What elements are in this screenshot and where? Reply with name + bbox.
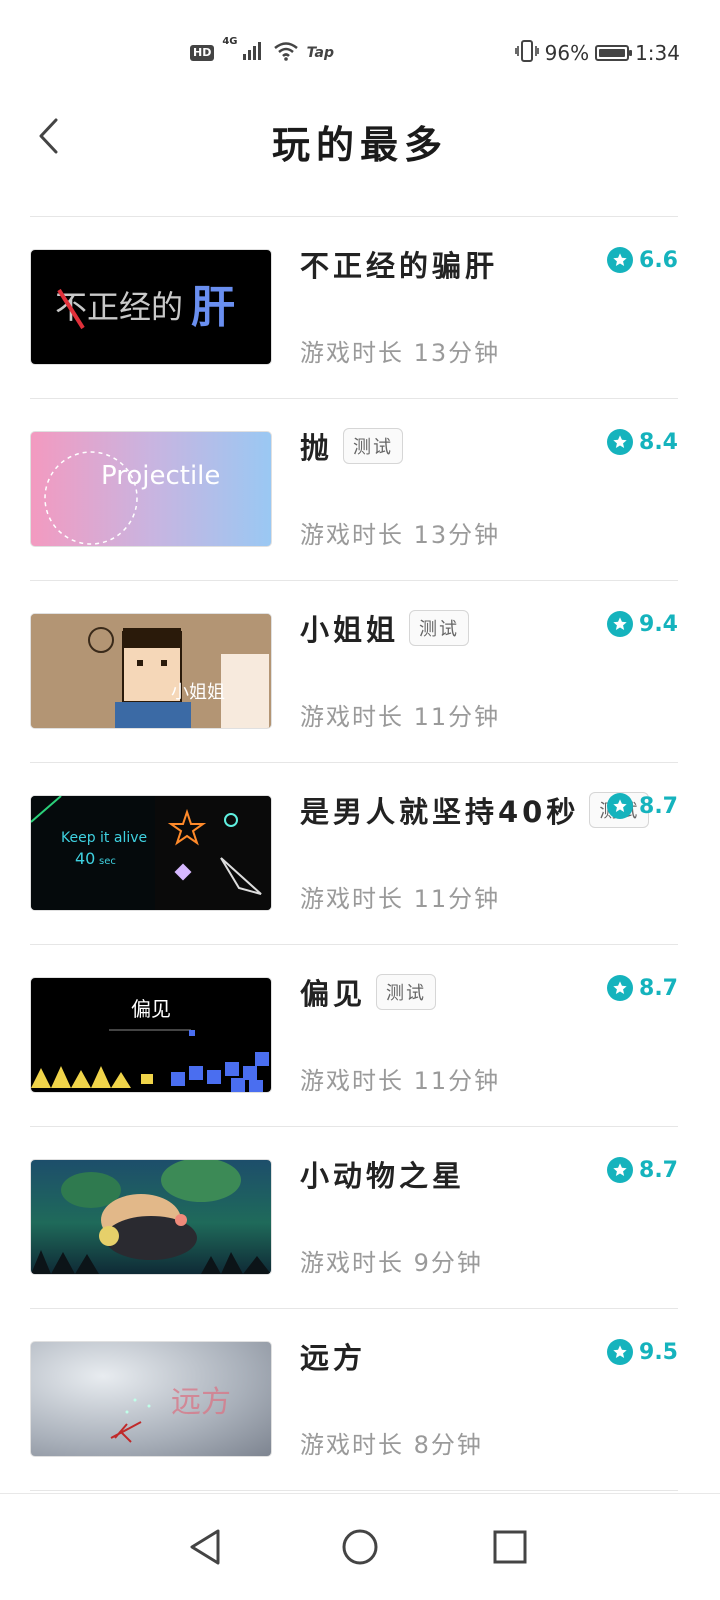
star-icon: [607, 793, 634, 819]
page-title: 玩的最多: [271, 123, 448, 167]
playtime: 游戏时长 9分钟: [300, 1249, 483, 1277]
rating-value: 8.7: [639, 1157, 678, 1183]
game-thumbnail[interactable]: 远方: [30, 1341, 272, 1457]
screen: HD 4G Tap 96% 1:34 玩的最多 不正经的 肝 不正经的骗肝 游戏…: [0, 0, 720, 1600]
game-title: 偏见: [300, 977, 367, 1011]
thumb-text: 不正经的: [55, 288, 183, 326]
game-title: 是男人就坚持40秒: [300, 795, 580, 829]
status-system: 96% 1:34: [514, 38, 680, 68]
thumb-text: 肝: [191, 282, 235, 333]
hd-badge: HD: [190, 45, 215, 61]
rating-value: 9.4: [639, 611, 678, 637]
thumb-text: 远方: [171, 1385, 231, 1420]
game-thumbnail[interactable]: 偏见: [30, 977, 272, 1093]
game-title-wrap: 小姐姐 测试: [300, 607, 470, 649]
game-list: 不正经的 肝 不正经的骗肝 游戏时长 13分钟 6.6 Projectile 抛…: [30, 216, 678, 1491]
game-title: 抛: [300, 431, 334, 465]
game-thumbnail[interactable]: [30, 1159, 272, 1275]
status-network: HD 4G Tap: [190, 36, 334, 68]
system-nav-bar: [0, 1493, 720, 1600]
nav-back-button[interactable]: [180, 1522, 230, 1572]
game-title-wrap: 不正经的骗肝: [300, 243, 498, 285]
thumb-text: 40: [75, 849, 95, 868]
clock: 1:34: [635, 41, 680, 65]
rating: 8.7: [607, 1157, 678, 1183]
rating-value: 9.5: [639, 1339, 678, 1365]
rating-value: 8.7: [639, 793, 678, 819]
game-title-wrap: 远方: [300, 1335, 366, 1377]
vibrate-icon: [514, 39, 539, 67]
star-icon: [607, 975, 634, 1001]
game-title: 不正经的骗肝: [300, 249, 499, 283]
game-title-wrap: 偏见 测试: [300, 971, 437, 1013]
rating: 9.5: [607, 1339, 678, 1365]
network-type: 4G: [222, 36, 238, 47]
playtime: 游戏时长 8分钟: [300, 1431, 483, 1459]
circle-home-icon: [342, 1529, 378, 1565]
game-title: 远方: [300, 1341, 367, 1375]
nav-home-button[interactable]: [335, 1522, 385, 1572]
thumb-text: sec: [99, 856, 116, 867]
playtime: 游戏时长 11分钟: [300, 703, 501, 731]
rating: 8.7: [607, 793, 678, 819]
rating: 6.6: [607, 247, 678, 273]
game-thumbnail[interactable]: 不正经的 肝: [30, 249, 272, 365]
game-row[interactable]: Projectile 抛 测试 游戏时长 13分钟 8.4: [30, 399, 678, 581]
game-title: 小动物之星: [300, 1159, 466, 1193]
rating-value: 8.7: [639, 975, 678, 1001]
rating-value: 6.6: [639, 247, 678, 273]
game-thumbnail[interactable]: Keep it alive 40 sec: [30, 795, 272, 911]
thumb-text: Projectile: [101, 461, 220, 491]
game-row[interactable]: 小姐姐 小姐姐 测试 游戏时长 11分钟 9.4: [30, 581, 678, 763]
status-bar: HD 4G Tap 96% 1:34: [0, 0, 720, 80]
playtime: 游戏时长 13分钟: [300, 521, 501, 549]
game-row[interactable]: 小动物之星 游戏时长 9分钟 8.7: [30, 1127, 678, 1309]
thumb-text: 偏见: [131, 997, 171, 1021]
rating: 8.4: [607, 429, 678, 455]
game-row[interactable]: 远方 远方 游戏时长 8分钟 9.5: [30, 1309, 678, 1491]
star-icon: [607, 1157, 634, 1183]
game-title: 小姐姐: [300, 613, 400, 647]
wifi-icon: [273, 41, 299, 65]
game-row[interactable]: 偏见 偏见 测试 游戏时长 11分钟 8.7: [30, 945, 678, 1127]
rating-value: 8.4: [639, 429, 678, 455]
star-icon: [607, 611, 634, 637]
battery-icon: [595, 45, 633, 61]
rating: 9.4: [607, 611, 678, 637]
game-thumbnail[interactable]: Projectile: [30, 431, 272, 547]
star-icon: [607, 247, 634, 273]
thumb-text: Keep it alive: [61, 830, 147, 846]
playtime: 游戏时长 11分钟: [300, 1067, 501, 1095]
carrier-label: Tap: [306, 45, 334, 61]
battery-percent: 96%: [544, 41, 590, 65]
test-tag: 测试: [343, 428, 404, 464]
test-tag: 测试: [409, 610, 470, 646]
cellular-signal-icon: 4G: [222, 36, 264, 64]
game-title-wrap: 小动物之星: [300, 1153, 465, 1195]
header: 玩的最多: [0, 96, 720, 176]
playtime: 游戏时长 11分钟: [300, 885, 501, 913]
rating: 8.7: [607, 975, 678, 1001]
nav-recents-button[interactable]: [485, 1522, 535, 1572]
test-tag: 测试: [376, 974, 437, 1010]
game-row[interactable]: 不正经的 肝 不正经的骗肝 游戏时长 13分钟 6.6: [30, 217, 678, 399]
game-row[interactable]: Keep it alive 40 sec 是男人就坚持40秒 测试 游戏时长 1…: [30, 763, 678, 945]
star-icon: [607, 429, 634, 455]
star-icon: [607, 1339, 634, 1365]
game-title-wrap: 抛 测试: [300, 425, 404, 467]
playtime: 游戏时长 13分钟: [300, 339, 501, 367]
square-recents-icon: [493, 1530, 527, 1564]
game-thumbnail[interactable]: 小姐姐: [30, 613, 272, 729]
thumb-text: 小姐姐: [171, 682, 225, 703]
game-title-wrap: 是男人就坚持40秒 测试: [300, 789, 650, 831]
triangle-back-icon: [190, 1529, 220, 1565]
